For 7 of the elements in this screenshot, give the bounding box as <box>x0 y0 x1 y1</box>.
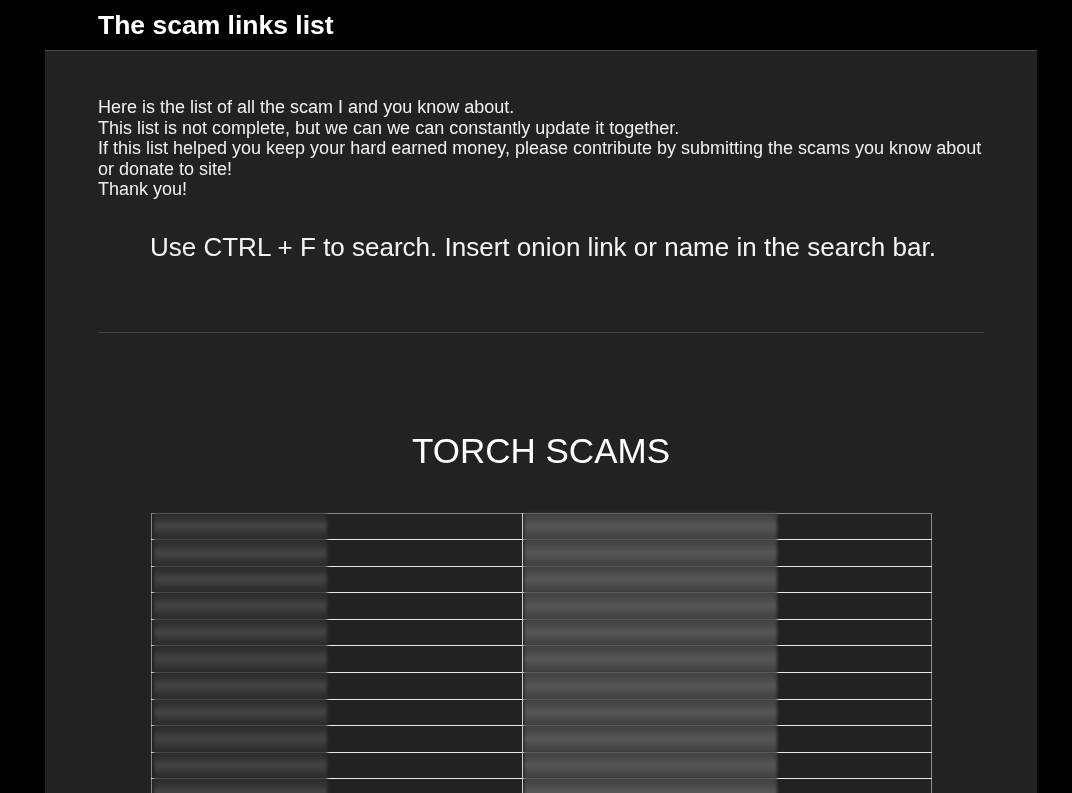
intro-text: Thank you! <box>98 179 189 200</box>
page-title: The scam links list <box>98 10 334 40</box>
section-heading: TORCH SCAMS <box>411 429 671 472</box>
intro-text: Here is the list of all the scam I and you know about. <box>98 97 516 118</box>
intro-text: This list is not complete, but we can we can constantly update it together. <box>98 117 681 138</box>
intro-text: If this list helped you keep your hard earned money, please contribute by submitting the scams you know about or donate to site! <box>98 138 983 179</box>
search-hint-text: Use CTRL + F to search. Insert onion link or name in the search bar. <box>150 231 937 262</box>
